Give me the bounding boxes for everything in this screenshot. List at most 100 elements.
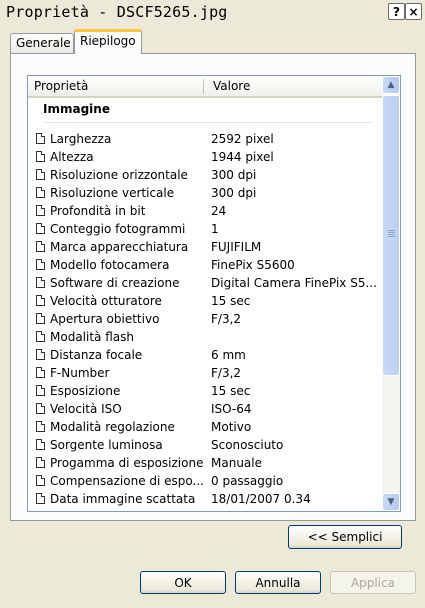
document-icon [36, 205, 45, 216]
document-icon [36, 277, 45, 288]
row-value: 0 passaggio [211, 474, 284, 488]
row-value: Digital Camera FinePix S5... [211, 276, 377, 290]
row-value: 300 dpi [211, 186, 257, 200]
row-property: Modalità flash [50, 330, 134, 344]
document-icon [36, 385, 45, 396]
row-value: Manuale [211, 456, 262, 470]
row-property: Distanza focale [50, 348, 143, 362]
list-row[interactable]: Altezza 1944 pixel [28, 149, 382, 167]
apply-button[interactable]: Applica [330, 571, 416, 594]
scroll-down-button[interactable]: ▼ [382, 493, 400, 511]
row-value: 18/01/2007 0.34 [211, 492, 311, 506]
row-property: Larghezza [50, 132, 112, 146]
list-rows: Larghezza 2592 pixel Altezza 1944 pixel Riso… [28, 131, 382, 509]
document-icon [36, 367, 45, 378]
list-row[interactable]: Esposizione 15 sec [28, 383, 382, 401]
document-icon [36, 133, 45, 144]
document-icon [36, 241, 45, 252]
column-header-property[interactable]: Proprietà [34, 79, 88, 93]
row-property: Data immagine scattata [50, 492, 196, 506]
thumb-grip-line [388, 232, 395, 233]
document-icon [36, 295, 45, 306]
thumb-grip-line [388, 236, 395, 237]
document-icon [36, 493, 45, 504]
row-value: Sconosciuto [211, 438, 284, 452]
list-row[interactable]: Software di creazione Digital Camera Fine… [28, 275, 382, 293]
list-row[interactable]: Profondità in bit 24 [28, 203, 382, 221]
row-property: Risoluzione verticale [50, 186, 175, 200]
scroll-thumb[interactable] [382, 95, 400, 376]
cancel-button[interactable]: Annulla [235, 571, 321, 594]
list-row[interactable]: Sorgente luminosa Sconosciuto [28, 437, 382, 455]
document-icon [36, 439, 45, 450]
row-value: 6 mm [211, 348, 246, 362]
list-header: Proprietà Valore [28, 76, 382, 98]
list-row[interactable]: Modello fotocamera FinePix S5600 [28, 257, 382, 275]
column-header-value[interactable]: Valore [213, 79, 250, 93]
list-row[interactable]: Apertura obiettivo F/3,2 [28, 311, 382, 329]
row-property: Esposizione [50, 384, 121, 398]
row-property: Apertura obiettivo [50, 312, 160, 326]
scroll-up-button[interactable]: ▲ [382, 76, 400, 94]
row-property: Profondità in bit [50, 204, 146, 218]
row-value: 1 [211, 222, 219, 236]
column-divider[interactable] [203, 79, 204, 94]
properties-list[interactable]: Proprietà Valore Immagine Larghezza 2592 … [27, 75, 401, 512]
list-row[interactable]: Modalità regolazione Motivo [28, 419, 382, 437]
list-row[interactable]: Velocità ISO ISO-64 [28, 401, 382, 419]
row-value: 2592 pixel [211, 132, 274, 146]
row-value: FinePix S5600 [211, 258, 295, 272]
row-value: Motivo [211, 420, 252, 434]
document-icon [36, 187, 45, 198]
document-icon [36, 223, 45, 234]
document-icon [36, 457, 45, 468]
list-row[interactable]: Data immagine scattata 18/01/2007 0.34 [28, 491, 382, 509]
list-row[interactable]: Progamma di esposizione Manuale [28, 455, 382, 473]
group-label-image: Immagine [43, 102, 110, 116]
list-row[interactable]: Modalità flash [28, 329, 382, 347]
list-row[interactable]: Marca apparecchiatura FUJIFILM [28, 239, 382, 257]
list-row[interactable]: F-Number F/3,2 [28, 365, 382, 383]
row-property: Progamma di esposizione [50, 456, 204, 470]
row-property: Velocità otturatore [50, 294, 162, 308]
row-value: 15 sec [211, 294, 251, 308]
row-value: FUJIFILM [211, 240, 262, 254]
document-icon [36, 403, 45, 414]
row-value: 1944 pixel [211, 150, 274, 164]
row-property: Marca apparecchiatura [50, 240, 189, 254]
list-row[interactable]: Compensazione di espo... 0 passaggio [28, 473, 382, 491]
list-row[interactable]: Distanza focale 6 mm [28, 347, 382, 365]
thumb-grip-line [388, 230, 395, 231]
window-title: Proprietà - DSCF5265.jpg [6, 3, 228, 21]
ok-button[interactable]: OK [140, 571, 226, 594]
document-icon [36, 151, 45, 162]
document-icon [36, 331, 45, 342]
row-value: 15 sec [211, 384, 251, 398]
row-value: F/3,2 [211, 366, 242, 380]
row-property: Modalità regolazione [50, 420, 175, 434]
list-row[interactable]: Risoluzione verticale 300 dpi [28, 185, 382, 203]
row-property: Compensazione di espo... [50, 474, 204, 488]
tab-generale[interactable]: Generale [10, 33, 74, 53]
document-icon [36, 313, 45, 324]
simple-view-button[interactable]: << Semplici [288, 525, 402, 549]
list-row[interactable]: Conteggio fotogrammi 1 [28, 221, 382, 239]
row-property: Risoluzione orizzontale [50, 168, 188, 182]
row-value: F/3,2 [211, 312, 242, 326]
document-icon [36, 259, 45, 270]
list-row[interactable]: Velocità otturatore 15 sec [28, 293, 382, 311]
row-property: Velocità ISO [50, 402, 122, 416]
group-divider [43, 122, 373, 123]
row-property: Sorgente luminosa [50, 438, 163, 452]
close-button[interactable]: × [405, 3, 422, 20]
thumb-grip-line [388, 234, 395, 235]
list-row[interactable]: Risoluzione orizzontale 300 dpi [28, 167, 382, 185]
document-icon [36, 475, 45, 486]
vertical-scrollbar[interactable]: ▲ ▼ [382, 76, 400, 511]
row-property: F-Number [50, 366, 110, 380]
row-value: 300 dpi [211, 168, 257, 182]
row-property: Software di creazione [50, 276, 180, 290]
help-button[interactable]: ? [388, 3, 405, 20]
tab-riepilogo[interactable]: Riepilogo [74, 29, 142, 54]
list-row[interactable]: Larghezza 2592 pixel [28, 131, 382, 149]
